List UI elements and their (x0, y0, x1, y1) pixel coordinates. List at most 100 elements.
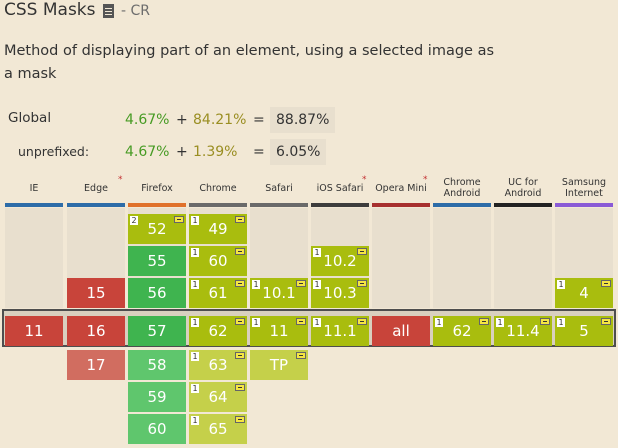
version-label: 11.4 (506, 322, 540, 340)
support-cell-ios-safari-11-1[interactable]: 11.1 1 (311, 316, 369, 346)
support-cell-opera-mini-all[interactable]: all (372, 316, 430, 346)
version-label: 11 (24, 322, 44, 340)
prefix-flag-icon (357, 248, 367, 255)
version-label: 60 (147, 420, 167, 438)
support-cell-edge-15[interactable]: 15 (67, 278, 125, 308)
version-label: 10.2 (323, 252, 357, 270)
browser-header-edge[interactable]: Edge (67, 175, 125, 201)
unprefixed-total: 6.05% (270, 139, 327, 165)
prefix-flag-icon (235, 248, 245, 255)
support-cell-safari-tp[interactable]: TP (250, 350, 308, 380)
footnote-badge: 1 (435, 318, 443, 327)
browser-header-opera-mini[interactable]: Opera Mini (372, 175, 430, 201)
support-cell-firefox-52[interactable]: 52 2 (128, 214, 186, 244)
version-label: 52 (147, 220, 167, 238)
version-label: 57 (147, 322, 167, 340)
note-asterisk: * (362, 175, 367, 185)
browser-header-chrome[interactable]: Chrome (189, 175, 247, 201)
browser-bar-edge (67, 203, 125, 207)
browser-header-ios-safari[interactable]: iOS Safari (311, 175, 369, 201)
note-asterisk: * (118, 175, 123, 185)
support-cell-chrome-65[interactable]: 65 1 (189, 414, 247, 444)
prefix-flag-icon (296, 280, 306, 287)
support-cell-ie-11[interactable]: 11 (5, 316, 63, 346)
support-cell-samsung-internet-4[interactable]: 41 (555, 278, 613, 308)
support-cell-chrome-49[interactable]: 49 1 (189, 214, 247, 244)
prefix-flag-icon (174, 216, 184, 223)
support-cell-firefox-58[interactable]: 58 (128, 350, 186, 380)
support-cell-safari-10-1[interactable]: 10.1 1 (250, 278, 308, 308)
browser-header-chrome-android[interactable]: Chrome Android (433, 175, 491, 201)
footnote-badge: 1 (191, 384, 199, 393)
browser-header-safari[interactable]: Safari (250, 175, 308, 201)
support-cell-chrome-63[interactable]: 63 1 (189, 350, 247, 380)
browser-header-samsung-internet[interactable]: Samsung Internet (555, 175, 613, 201)
support-cell-chrome-60[interactable]: 60 1 (189, 246, 247, 276)
support-cell-firefox-60[interactable]: 60 (128, 414, 186, 444)
browser-header-uc-for-android[interactable]: UC for Android (494, 175, 552, 201)
support-cell-chrome-62[interactable]: 62 1 (189, 316, 247, 346)
browser-header-ie[interactable]: IE (5, 175, 63, 201)
footnote-badge: 2 (130, 216, 138, 225)
version-label: 61 (208, 284, 228, 302)
version-label: 16 (86, 322, 106, 340)
version-label: 10.1 (262, 284, 296, 302)
version-label: 5 (579, 322, 589, 340)
feature-description: Method of displaying part of an element,… (4, 43, 495, 82)
support-cell-firefox-56[interactable]: 56 (128, 278, 186, 308)
unprefixed-partial: 1.39% (193, 144, 238, 160)
spec-status[interactable]: - CR (121, 3, 150, 19)
prefix-flag-icon (235, 318, 245, 325)
document-icon[interactable] (103, 4, 114, 18)
browser-bar-opera-mini (372, 203, 430, 207)
support-cell-chrome-61[interactable]: 61 1 (189, 278, 247, 308)
footnote-badge: 1 (191, 416, 199, 425)
support-cell-edge-16[interactable]: 16 (67, 316, 125, 346)
footnote-badge: 1 (191, 318, 199, 327)
prefix-flag-icon (357, 318, 367, 325)
support-cell-uc-for-android-11-4[interactable]: 11.4 1 (494, 316, 552, 346)
support-cell-chrome-64[interactable]: 64 1 (189, 382, 247, 412)
support-cell-ios-safari-10-3[interactable]: 10.3 1 (311, 278, 369, 308)
support-cell-safari-11[interactable]: 11 1 (250, 316, 308, 346)
version-label: 11.1 (323, 322, 357, 340)
version-label: 60 (208, 252, 228, 270)
prefix-flag-icon (235, 416, 245, 423)
footnote-badge: 1 (191, 216, 199, 225)
version-label: 59 (147, 388, 167, 406)
unprefixed-label: unprefixed: (18, 144, 90, 159)
browser-bar-safari (250, 203, 308, 207)
version-label: all (392, 322, 410, 340)
footnote-badge: 1 (191, 248, 199, 257)
browser-header-firefox[interactable]: Firefox (128, 175, 186, 201)
footnote-badge: 1 (252, 280, 260, 289)
browser-bar-ie (5, 203, 63, 207)
footnote-badge: 1 (252, 318, 260, 327)
footnote-badge: 1 (191, 352, 199, 361)
support-cell-ios-safari-10-2[interactable]: 10.2 1 (311, 246, 369, 276)
browser-column-bg (5, 208, 63, 308)
prefix-flag-icon (601, 318, 611, 325)
version-label: 63 (208, 356, 228, 374)
version-label: 64 (208, 388, 228, 406)
version-label: TP (269, 356, 289, 374)
footnote-badge: 1 (313, 248, 321, 257)
version-label: 58 (147, 356, 167, 374)
global-partial: 84.21% (193, 112, 247, 128)
footnote-badge: 1 (313, 280, 321, 289)
version-label: 56 (147, 284, 167, 302)
prefix-flag-icon (235, 216, 245, 223)
browser-column-bg (372, 208, 430, 308)
support-cell-firefox-57[interactable]: 57 (128, 316, 186, 346)
unprefixed-supported: 4.67% (125, 144, 170, 160)
prefix-flag-icon (235, 384, 245, 391)
prefix-flag-icon (479, 318, 489, 325)
support-cell-chrome-android-62[interactable]: 62 1 (433, 316, 491, 346)
version-label: 65 (208, 420, 228, 438)
support-cell-samsung-internet-5[interactable]: 51 (555, 316, 613, 346)
support-cell-firefox-59[interactable]: 59 (128, 382, 186, 412)
version-label: 49 (208, 220, 228, 238)
prefix-flag-icon (540, 318, 550, 325)
support-cell-edge-17[interactable]: 17 (67, 350, 125, 380)
support-cell-firefox-55[interactable]: 55 (128, 246, 186, 276)
